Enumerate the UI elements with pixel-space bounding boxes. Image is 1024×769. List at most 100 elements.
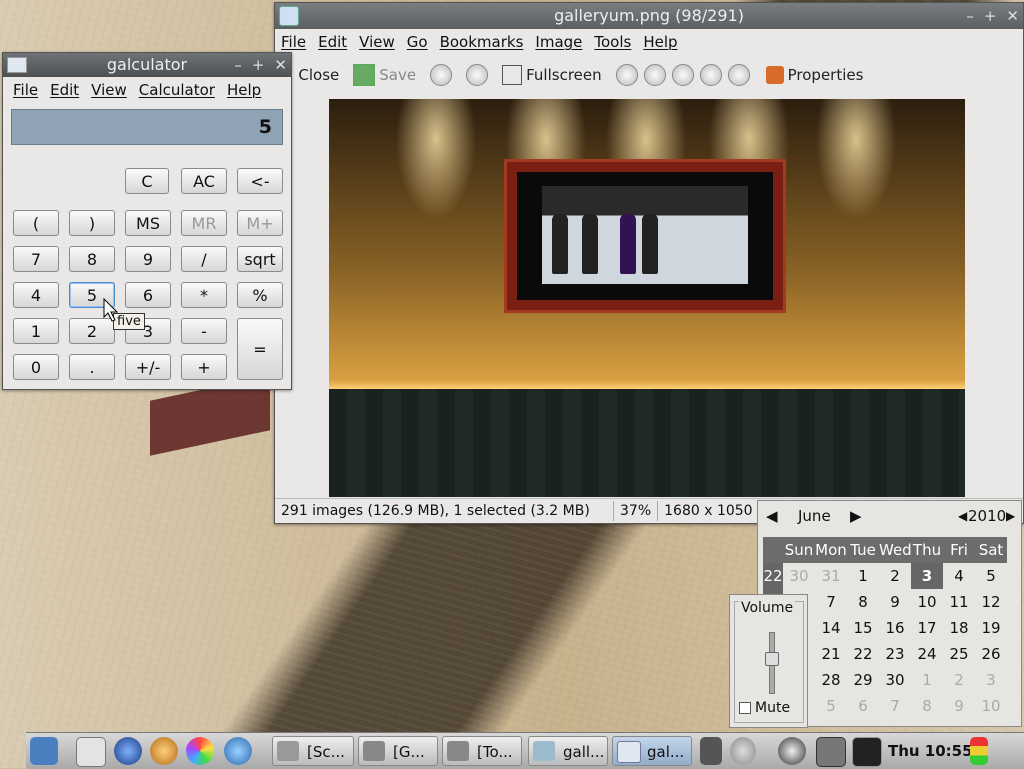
- key-negate[interactable]: +/-: [125, 354, 171, 380]
- menu-view[interactable]: View: [85, 81, 133, 99]
- minimize-button[interactable]: –: [234, 53, 242, 77]
- calendar-day[interactable]: 10: [975, 693, 1007, 719]
- calendar-day[interactable]: 21: [815, 641, 847, 667]
- next-month-icon[interactable]: ▶: [850, 507, 862, 525]
- menu-help[interactable]: Help: [221, 81, 267, 99]
- volume-slider-thumb[interactable]: [765, 652, 779, 666]
- maximize-button[interactable]: +: [252, 53, 265, 77]
- menu-view[interactable]: View: [353, 33, 401, 51]
- menu-tools[interactable]: Tools: [588, 33, 637, 51]
- calendar-day[interactable]: 1: [847, 563, 879, 589]
- key-backspace[interactable]: <-: [237, 168, 283, 194]
- calendar-day[interactable]: 16: [879, 615, 911, 641]
- fullscreen-button[interactable]: Fullscreen: [502, 65, 602, 85]
- task-button[interactable]: gall...: [528, 736, 608, 766]
- calendar-day[interactable]: 5: [975, 563, 1007, 589]
- zoom-in-button[interactable]: [615, 64, 638, 86]
- calendar-day[interactable]: 24: [911, 641, 943, 667]
- calendar-day[interactable]: 12: [975, 589, 1007, 615]
- zoom-out-button[interactable]: [643, 64, 666, 86]
- menu-go[interactable]: Go: [401, 33, 434, 51]
- calendar-day[interactable]: 18: [943, 615, 975, 641]
- next-year-icon[interactable]: ▶: [1006, 509, 1015, 523]
- key-minus[interactable]: -: [181, 318, 227, 344]
- home-icon[interactable]: [76, 737, 106, 767]
- calendar-day[interactable]: 6: [847, 693, 879, 719]
- key-equals[interactable]: =: [237, 318, 283, 380]
- calendar-day[interactable]: 2: [879, 563, 911, 589]
- key-open-paren[interactable]: (: [13, 210, 59, 236]
- calendar-day[interactable]: 30: [879, 667, 911, 693]
- calendar-day[interactable]: 11: [943, 589, 975, 615]
- monitor-icon[interactable]: [852, 737, 882, 767]
- record-icon[interactable]: [778, 737, 806, 765]
- key-4[interactable]: 4: [13, 282, 59, 308]
- calendar-day[interactable]: 10: [911, 589, 943, 615]
- calendar-day[interactable]: 8: [911, 693, 943, 719]
- task-button[interactable]: [To...: [442, 736, 522, 766]
- calendar-day[interactable]: 28: [815, 667, 847, 693]
- clock[interactable]: Thu 10:55: [888, 733, 973, 769]
- key-divide[interactable]: /: [181, 246, 227, 272]
- calendar-day[interactable]: 14: [815, 615, 847, 641]
- calendar-day[interactable]: 19: [975, 615, 1007, 641]
- properties-button[interactable]: Properties: [765, 66, 863, 84]
- key-memory-recall[interactable]: MR: [181, 210, 227, 236]
- calendar-day[interactable]: 22: [847, 641, 879, 667]
- save-button[interactable]: Save: [353, 64, 416, 86]
- calendar-day[interactable]: 1: [911, 667, 943, 693]
- calendar-day[interactable]: 2: [943, 667, 975, 693]
- menu-calculator[interactable]: Calculator: [133, 81, 221, 99]
- menu-image[interactable]: Image: [529, 33, 588, 51]
- volume-slider[interactable]: [765, 632, 779, 694]
- zoom-auto-button[interactable]: [727, 64, 750, 86]
- menu-file[interactable]: File: [7, 81, 44, 99]
- key-decimal[interactable]: .: [69, 354, 115, 380]
- key-9[interactable]: 9: [125, 246, 171, 272]
- gallery-titlebar[interactable]: galleryum.png (98/291) – + ✕: [275, 3, 1023, 29]
- menu-bookmarks[interactable]: Bookmarks: [434, 33, 530, 51]
- calendar-day[interactable]: 9: [879, 589, 911, 615]
- calendar-day[interactable]: 7: [815, 589, 847, 615]
- calendar-day[interactable]: 23: [879, 641, 911, 667]
- start-menu-icon[interactable]: [30, 737, 58, 765]
- traffic-light-icon[interactable]: [970, 737, 988, 765]
- key-7[interactable]: 7: [13, 246, 59, 272]
- task-button[interactable]: [G...: [358, 736, 438, 766]
- key-percent[interactable]: %: [237, 282, 283, 308]
- menu-file[interactable]: File: [275, 33, 312, 51]
- calendar-day[interactable]: 3: [975, 667, 1007, 693]
- close-window-button[interactable]: ✕: [1006, 3, 1019, 29]
- calendar-day[interactable]: 15: [847, 615, 879, 641]
- calculator-tray-icon[interactable]: [816, 737, 846, 767]
- calendar-day-selected[interactable]: 3: [911, 563, 943, 589]
- mute-checkbox[interactable]: Mute: [739, 700, 790, 716]
- next-button[interactable]: [466, 64, 489, 86]
- key-sqrt[interactable]: sqrt: [237, 246, 283, 272]
- previous-button[interactable]: [430, 64, 453, 86]
- task-button[interactable]: [Sc...: [272, 736, 354, 766]
- key-plus[interactable]: +: [181, 354, 227, 380]
- calendar-day[interactable]: 25: [943, 641, 975, 667]
- maximize-button[interactable]: +: [984, 3, 997, 29]
- menu-edit[interactable]: Edit: [312, 33, 353, 51]
- menu-help[interactable]: Help: [637, 33, 683, 51]
- zoom-original-button[interactable]: [671, 64, 694, 86]
- key-memory-store[interactable]: MS: [125, 210, 171, 236]
- x-app-icon[interactable]: [224, 737, 252, 765]
- calendar-day[interactable]: 5: [815, 693, 847, 719]
- key-1[interactable]: 1: [13, 318, 59, 344]
- calendar-day[interactable]: 4: [943, 563, 975, 589]
- key-close-paren[interactable]: ): [69, 210, 115, 236]
- calculator-titlebar[interactable]: galculator – + ✕: [3, 53, 291, 77]
- close-window-button[interactable]: ✕: [274, 53, 287, 77]
- calendar-day[interactable]: 17: [911, 615, 943, 641]
- zoom-fit-button[interactable]: [699, 64, 722, 86]
- key-0[interactable]: 0: [13, 354, 59, 380]
- speaker-icon[interactable]: [730, 737, 756, 765]
- calendar-day[interactable]: 9: [943, 693, 975, 719]
- firefox-icon[interactable]: [150, 737, 178, 765]
- color-picker-icon[interactable]: [186, 737, 214, 765]
- calendar-day[interactable]: 31: [815, 563, 847, 589]
- prev-year-icon[interactable]: ◀: [958, 509, 967, 523]
